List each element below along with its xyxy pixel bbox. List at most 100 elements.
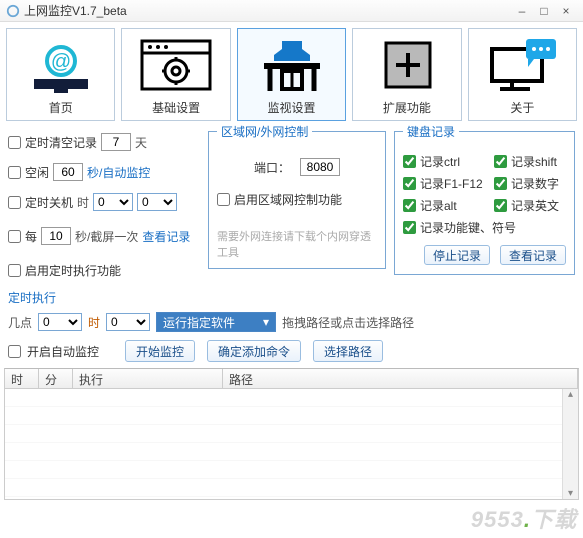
- main-area: 定时清空记录 天 空闲 秒/自动监控 定时关机 时 0 0 每 秒/截屏一次 查…: [0, 121, 583, 281]
- watermark-b: 下载: [531, 507, 577, 532]
- window-title: 上网监控V1.7_beta: [24, 2, 511, 19]
- schedule-heading: 定时执行: [8, 289, 575, 306]
- schedule-minute-select[interactable]: 0: [106, 313, 150, 331]
- toolbar-label: 首页: [49, 99, 73, 116]
- kb-sym-label: 记录功能键、符号: [420, 219, 516, 236]
- home-icon: @: [9, 33, 112, 97]
- kb-sym-checkbox[interactable]: [403, 221, 416, 234]
- scroll-down-icon[interactable]: ▾: [568, 488, 573, 499]
- kb-alt-checkbox[interactable]: [403, 199, 416, 212]
- toolbar-home[interactable]: @ 首页: [6, 28, 115, 121]
- every-input[interactable]: [41, 227, 71, 245]
- kb-view-button[interactable]: 查看记录: [500, 245, 566, 265]
- table-header: 时 分 执行 路径: [5, 369, 578, 389]
- enable-area-checkbox[interactable]: [217, 193, 230, 206]
- area-tip: 需要外网连接请下载个内网穿透工具: [217, 228, 377, 260]
- toolbar-label: 关于: [510, 99, 534, 116]
- schedule-hint: 拖拽路径或点击选择路径: [282, 314, 414, 331]
- clear-log-checkbox[interactable]: [8, 136, 21, 149]
- app-icon: [6, 4, 20, 18]
- schedule-action-label: 运行指定软件: [163, 314, 235, 331]
- table-body: ▴▾: [5, 389, 578, 499]
- th-hour[interactable]: 时: [5, 369, 39, 388]
- minimize-button[interactable]: –: [511, 4, 533, 18]
- port-label: 端口：: [254, 159, 290, 176]
- toolbar-basic-settings[interactable]: 基础设置: [121, 28, 230, 121]
- kb-shift-label: 记录shift: [511, 153, 557, 170]
- toolbar-about[interactable]: 关于: [468, 28, 577, 121]
- plus-box-icon: [355, 33, 458, 97]
- start-monitor-button[interactable]: 开始监控: [125, 340, 195, 362]
- kb-num-checkbox[interactable]: [494, 177, 507, 190]
- schedule-action-select[interactable]: 运行指定软件 ▾: [156, 312, 276, 332]
- settings-window-icon: [124, 33, 227, 97]
- middle-column: 区域网/外网控制 端口： 启用区域网控制功能 需要外网连接请下载个内网穿透工具: [208, 131, 386, 281]
- toolbar-extensions[interactable]: 扩展功能: [352, 28, 461, 121]
- toolbar-label: 扩展功能: [383, 99, 431, 116]
- kb-f1f12-label: 记录F1-F12: [420, 175, 490, 192]
- port-input[interactable]: [300, 158, 340, 176]
- toolbar-monitor-settings[interactable]: 监视设置: [237, 28, 346, 121]
- schedule-table: 时 分 执行 路径 ▴▾: [4, 368, 579, 500]
- every-label: 每: [25, 228, 37, 245]
- kb-alt-label: 记录alt: [420, 197, 490, 214]
- view-log-link[interactable]: 查看记录: [142, 228, 190, 245]
- kb-en-label: 记录英文: [511, 197, 559, 214]
- left-column: 定时清空记录 天 空闲 秒/自动监控 定时关机 时 0 0 每 秒/截屏一次 查…: [8, 131, 200, 281]
- shutdown-hour-label: 时: [77, 194, 89, 211]
- kb-shift-checkbox[interactable]: [494, 155, 507, 168]
- shutdown-minute-select[interactable]: 0: [137, 193, 177, 211]
- keyboard-legend: 键盘记录: [403, 123, 459, 140]
- auto-monitor-checkbox[interactable]: [8, 345, 21, 358]
- svg-text:@: @: [51, 51, 71, 73]
- watermark-a: 9553: [471, 507, 524, 532]
- every-unit: 秒/截屏一次: [75, 228, 138, 245]
- maximize-button[interactable]: □: [533, 4, 555, 18]
- schedule-section: 定时执行 几点 0 时 0 运行指定软件 ▾ 拖拽路径或点击选择路径 开启自动监…: [0, 289, 583, 362]
- area-control-group: 区域网/外网控制 端口： 启用区域网控制功能 需要外网连接请下载个内网穿透工具: [208, 131, 386, 269]
- choose-path-button[interactable]: 选择路径: [313, 340, 383, 362]
- schedule-at-label: 几点: [8, 314, 32, 331]
- idle-checkbox[interactable]: [8, 166, 21, 179]
- desk-icon: [240, 33, 343, 97]
- enable-timer-checkbox[interactable]: [8, 264, 21, 277]
- kb-num-label: 记录数字: [511, 175, 559, 192]
- toolbar-label: 监视设置: [268, 99, 316, 116]
- kb-stop-button[interactable]: 停止记录: [424, 245, 490, 265]
- auto-monitor-label: 开启自动监控: [27, 343, 99, 360]
- every-checkbox[interactable]: [8, 230, 21, 243]
- right-column: 键盘记录 记录ctrl 记录shift 记录F1-F12 记录数字 记录alt …: [394, 131, 575, 281]
- add-command-button[interactable]: 确定添加命令: [207, 340, 301, 362]
- schedule-hour-unit: 时: [88, 314, 100, 331]
- kb-ctrl-checkbox[interactable]: [403, 155, 416, 168]
- titlebar: 上网监控V1.7_beta – □ ×: [0, 0, 583, 22]
- clear-log-input[interactable]: [101, 133, 131, 151]
- area-legend: 区域网/外网控制: [217, 123, 312, 140]
- monitor-chat-icon: [471, 33, 574, 97]
- clear-log-unit: 天: [135, 134, 147, 151]
- shutdown-hour-select[interactable]: 0: [93, 193, 133, 211]
- th-path[interactable]: 路径: [223, 369, 578, 388]
- kb-ctrl-label: 记录ctrl: [420, 153, 490, 170]
- scroll-up-icon[interactable]: ▴: [568, 389, 573, 400]
- chevron-down-icon: ▾: [263, 315, 269, 329]
- idle-label: 空闲: [25, 164, 49, 181]
- scrollbar[interactable]: ▴▾: [562, 389, 578, 499]
- close-button[interactable]: ×: [555, 4, 577, 18]
- keyboard-group: 键盘记录 记录ctrl 记录shift 记录F1-F12 记录数字 记录alt …: [394, 131, 575, 275]
- main-toolbar: @ 首页 基础设置 监视设置 扩展功能 关于: [0, 22, 583, 121]
- enable-area-label: 启用区域网控制功能: [234, 191, 342, 208]
- idle-input[interactable]: [53, 163, 83, 181]
- shutdown-label: 定时关机: [25, 194, 73, 211]
- watermark: 9553.下载: [471, 502, 577, 534]
- th-minute[interactable]: 分: [39, 369, 73, 388]
- th-action[interactable]: 执行: [73, 369, 223, 388]
- shutdown-checkbox[interactable]: [8, 196, 21, 209]
- kb-en-checkbox[interactable]: [494, 199, 507, 212]
- schedule-hour-select[interactable]: 0: [38, 313, 82, 331]
- enable-timer-label: 启用定时执行功能: [25, 262, 121, 279]
- kb-f1f12-checkbox[interactable]: [403, 177, 416, 190]
- idle-unit: 秒/自动监控: [87, 164, 150, 181]
- toolbar-label: 基础设置: [152, 99, 200, 116]
- clear-log-label: 定时清空记录: [25, 134, 97, 151]
